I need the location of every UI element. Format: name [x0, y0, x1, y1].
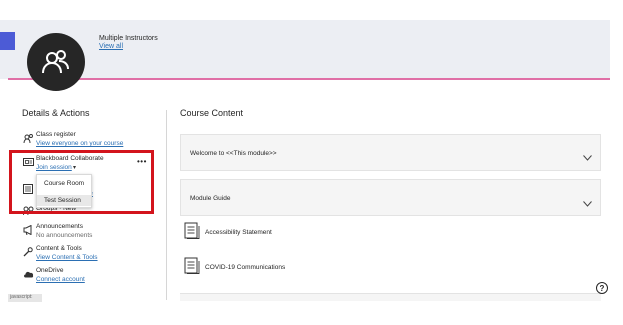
dropdown-option-course-room[interactable]: Course Room	[44, 180, 84, 187]
document-row-covid[interactable]: COVID-19 Communications	[184, 257, 564, 279]
class-register-title: Class register	[36, 131, 76, 138]
session-dropdown-menu: Course Room Test Session	[36, 174, 92, 208]
wrench-icon	[22, 246, 34, 258]
cloud-icon	[22, 268, 34, 280]
course-content-heading: Course Content	[180, 108, 244, 118]
details-actions-heading: Details & Actions	[22, 108, 90, 118]
column-divider	[166, 110, 167, 300]
no-announcements-text: No announcements	[36, 232, 93, 239]
document-row-accessibility[interactable]: Accessibility Statement	[184, 222, 564, 244]
dropdown-option-test-session[interactable]: Test Session	[37, 195, 91, 206]
chevron-down-icon[interactable]	[583, 194, 592, 212]
onedrive-title: OneDrive	[36, 267, 64, 274]
next-content-row-partial	[180, 293, 601, 301]
view-content-tools-link[interactable]: View Content & Tools	[36, 254, 98, 261]
top-band	[0, 0, 623, 20]
view-everyone-link[interactable]: View everyone on your course	[36, 140, 123, 147]
document-icon	[184, 257, 200, 280]
document-icon	[184, 222, 200, 245]
document-title: Accessibility Statement	[205, 229, 272, 236]
users-icon	[42, 50, 69, 74]
banner-accent	[0, 32, 15, 50]
module-card-title: Welcome to <<This module>>	[190, 150, 277, 157]
content-tools-title: Content & Tools	[36, 245, 82, 252]
view-all-link[interactable]: View all	[99, 43, 123, 50]
users-icon	[22, 132, 34, 144]
help-button[interactable]: ?	[596, 282, 608, 294]
module-card-title: Module Guide	[190, 195, 231, 202]
module-card-guide[interactable]: Module Guide	[180, 179, 601, 216]
status-bar-url: javascript:	[8, 294, 42, 302]
instructors-label: Multiple Instructors	[99, 35, 158, 42]
chevron-down-icon[interactable]	[583, 148, 592, 166]
document-title: COVID-19 Communications	[205, 264, 286, 271]
megaphone-icon	[22, 224, 34, 236]
instructor-avatar[interactable]	[27, 33, 85, 91]
announcements-title: Announcements	[36, 223, 83, 230]
banner-underline	[8, 78, 610, 80]
module-card-welcome[interactable]: Welcome to <<This module>>	[180, 134, 601, 171]
connect-account-link[interactable]: Connect account	[36, 276, 85, 283]
course-banner	[0, 20, 610, 79]
